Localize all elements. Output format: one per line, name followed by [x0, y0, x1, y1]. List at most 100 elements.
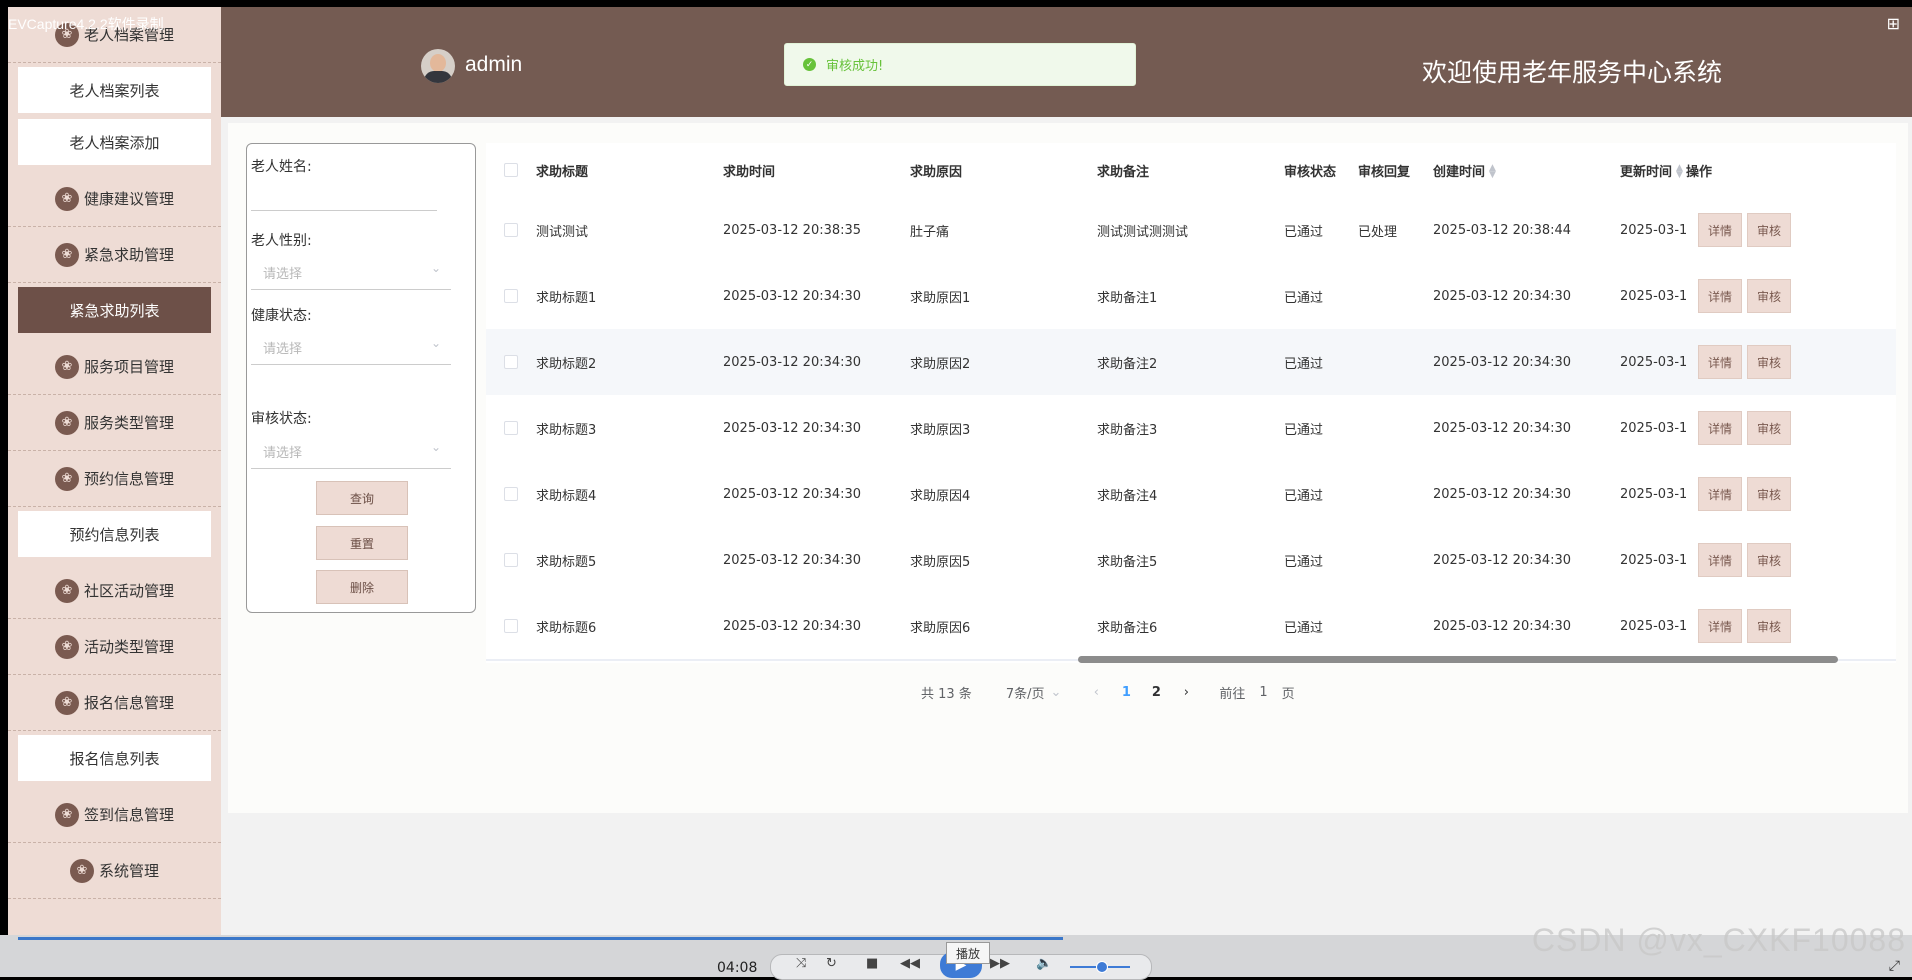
stop-icon[interactable]: ■	[866, 956, 878, 971]
sidebar-menu-label: 紧急求助管理	[83, 246, 174, 264]
menu-flower-icon: ❀	[54, 466, 79, 491]
next-page-icon[interactable]: ›	[1171, 685, 1201, 700]
sidebar-menu-15[interactable]: ❀ 系统管理	[8, 843, 221, 899]
username[interactable]: admin	[465, 53, 522, 77]
volume-knob[interactable]	[1096, 961, 1108, 973]
column-header-label: 求助时间	[723, 164, 776, 180]
audit-button[interactable]: 审核	[1747, 543, 1791, 577]
row-checkbox[interactable]	[504, 487, 518, 501]
row-checkbox[interactable]	[504, 421, 518, 435]
sidebar-menu-11[interactable]: ❀ 活动类型管理	[8, 619, 221, 675]
audit-button[interactable]: 审核	[1747, 609, 1791, 643]
row-checkbox[interactable]	[504, 289, 518, 303]
video-progress[interactable]	[18, 937, 1063, 940]
table-cell: 2025-03-12 20:34:30	[1433, 618, 1572, 634]
sidebar-sub-item-2[interactable]: 老人档案添加	[18, 119, 211, 165]
audit-button[interactable]: 审核	[1747, 279, 1791, 313]
table-row[interactable]: 求助标题5 2025-03-12 20:34:30 求助原因5 求助备注5 已通过 202…	[486, 527, 1896, 593]
sidebar-menu-12[interactable]: ❀ 报名信息管理	[8, 675, 221, 731]
filter-panel: 老人姓名: 老人性别: 请选择 ⌄ 健康状态: 请选择 ⌄ 审核状态: 请选择 …	[246, 143, 476, 613]
table-cell: 测试测试	[536, 224, 589, 240]
table-cell	[1358, 395, 1433, 461]
fast-forward-icon[interactable]: ▶▶	[990, 956, 1010, 971]
sidebar-menu-10[interactable]: ❀ 社区活动管理	[8, 563, 221, 619]
row-checkbox[interactable]	[504, 355, 518, 369]
search-button[interactable]: 查询	[316, 481, 408, 515]
reset-button[interactable]: 重置	[316, 526, 408, 560]
gender-select[interactable]: 请选择 ⌄	[251, 253, 451, 290]
sidebar-sub-item-9[interactable]: 预约信息列表	[18, 511, 211, 557]
prev-page-icon[interactable]: ‹	[1081, 685, 1111, 700]
table-row[interactable]: 求助标题3 2025-03-12 20:34:30 求助原因3 求助备注3 已通过 202…	[486, 395, 1896, 461]
column-header-label: 创建时间	[1433, 164, 1486, 180]
table-cell: 求助备注2	[1097, 329, 1284, 395]
table-row[interactable]: 求助标题6 2025-03-12 20:34:30 求助原因6 求助备注6 已通过 202…	[486, 593, 1896, 659]
sidebar-menu-14[interactable]: ❀ 签到信息管理	[8, 787, 221, 843]
table-cell: 2025-03-12 20:34:30	[1433, 552, 1572, 568]
row-checkbox[interactable]	[504, 553, 518, 567]
sidebar-menu-7[interactable]: ❀ 服务类型管理	[8, 395, 221, 451]
table-cell: 2025-03-12 20:34:30	[1433, 288, 1572, 304]
column-header: 审核回复	[1358, 143, 1433, 197]
page-1[interactable]: 1	[1111, 685, 1141, 700]
health-label: 健康状态:	[251, 308, 312, 324]
table-row[interactable]: 测试测试 2025-03-12 20:38:35 肚子痛 测试测试测测试 已通过 已处理 2…	[486, 197, 1896, 263]
name-input[interactable]	[251, 174, 437, 211]
table-cell: 求助原因2	[910, 329, 1097, 395]
sort-icon[interactable]: ▲ ▼	[1489, 164, 1496, 180]
shuffle-icon[interactable]: ⤨	[796, 956, 806, 971]
audit-select[interactable]: 请选择 ⌄	[251, 432, 451, 469]
detail-button[interactable]: 详情	[1698, 543, 1742, 577]
rewind-icon[interactable]: ◀◀	[900, 956, 920, 971]
sidebar-menu-4[interactable]: ❀ 紧急求助管理	[8, 227, 221, 283]
table-row[interactable]: 求助标题1 2025-03-12 20:34:30 求助原因1 求助备注1 已通过 202…	[486, 263, 1896, 329]
detail-button[interactable]: 详情	[1698, 477, 1742, 511]
detail-button[interactable]: 详情	[1698, 411, 1742, 445]
sidebar-menu-label: 服务项目管理	[83, 358, 174, 376]
sidebar-menu-8[interactable]: ❀ 预约信息管理	[8, 451, 221, 507]
refresh-icon[interactable]: ↻	[826, 956, 837, 971]
table-cell: 已通过	[1284, 224, 1324, 240]
goto-input[interactable]: 1	[1259, 685, 1267, 700]
table-row[interactable]: 求助标题4 2025-03-12 20:34:30 求助原因4 求助备注4 已通过 202…	[486, 461, 1896, 527]
table-row[interactable]: 求助标题2 2025-03-12 20:34:30 求助原因2 求助备注2 已通过 202…	[486, 329, 1896, 395]
table-cell: 已通过	[1284, 620, 1324, 636]
sidebar-sub-item-5[interactable]: 紧急求助列表	[18, 287, 211, 333]
table-cell: 2025-03-12	[1620, 222, 1686, 238]
audit-button[interactable]: 审核	[1747, 345, 1791, 379]
table-cell: 2025-03-12 20:34:30	[723, 486, 862, 502]
column-header: 求助标题	[536, 143, 723, 197]
chevron-down-icon: ⌄	[430, 440, 441, 454]
select-all-checkbox[interactable]	[504, 163, 518, 177]
audit-label: 审核状态:	[251, 411, 312, 427]
sidebar-menu-3[interactable]: ❀ 健康建议管理	[8, 171, 221, 227]
avatar[interactable]	[421, 49, 455, 83]
detail-button[interactable]: 详情	[1698, 609, 1742, 643]
sidebar-menu-6[interactable]: ❀ 服务项目管理	[8, 339, 221, 395]
chevron-down-icon: ⌄	[1050, 685, 1062, 700]
sidebar-sub-item-13[interactable]: 报名信息列表	[18, 735, 211, 781]
audit-button[interactable]: 审核	[1747, 411, 1791, 445]
health-select[interactable]: 请选择 ⌄	[251, 328, 451, 365]
table-cell: 求助备注3	[1097, 422, 1158, 438]
sidebar-menu-label: 健康建议管理	[83, 190, 174, 208]
sidebar-sub-item-1[interactable]: 老人档案列表	[18, 67, 211, 113]
detail-button[interactable]: 详情	[1698, 345, 1742, 379]
volume-mute-icon[interactable]: 🔈	[1036, 956, 1052, 971]
sort-icon[interactable]: ▲ ▼	[1676, 164, 1683, 180]
table-cell: 测试测试测测试	[1097, 224, 1189, 240]
detail-button[interactable]: 详情	[1698, 213, 1742, 247]
row-checkbox[interactable]	[504, 223, 518, 237]
delete-button[interactable]: 删除	[316, 570, 408, 604]
column-header: 更新时间 ▲ ▼	[1620, 143, 1686, 197]
fullscreen-icon[interactable]: ⤢	[1889, 958, 1900, 974]
page-2[interactable]: 2	[1141, 685, 1171, 700]
page-size-select[interactable]: 7条/页	[1006, 683, 1045, 702]
audit-button[interactable]: 审核	[1747, 477, 1791, 511]
grid-icon[interactable]: ⊞	[1887, 14, 1900, 33]
horizontal-scrollbar[interactable]	[1078, 656, 1838, 663]
detail-button[interactable]: 详情	[1698, 279, 1742, 313]
row-checkbox[interactable]	[504, 619, 518, 633]
audit-button[interactable]: 审核	[1747, 213, 1791, 247]
menu-flower-icon: ❀	[54, 634, 79, 659]
